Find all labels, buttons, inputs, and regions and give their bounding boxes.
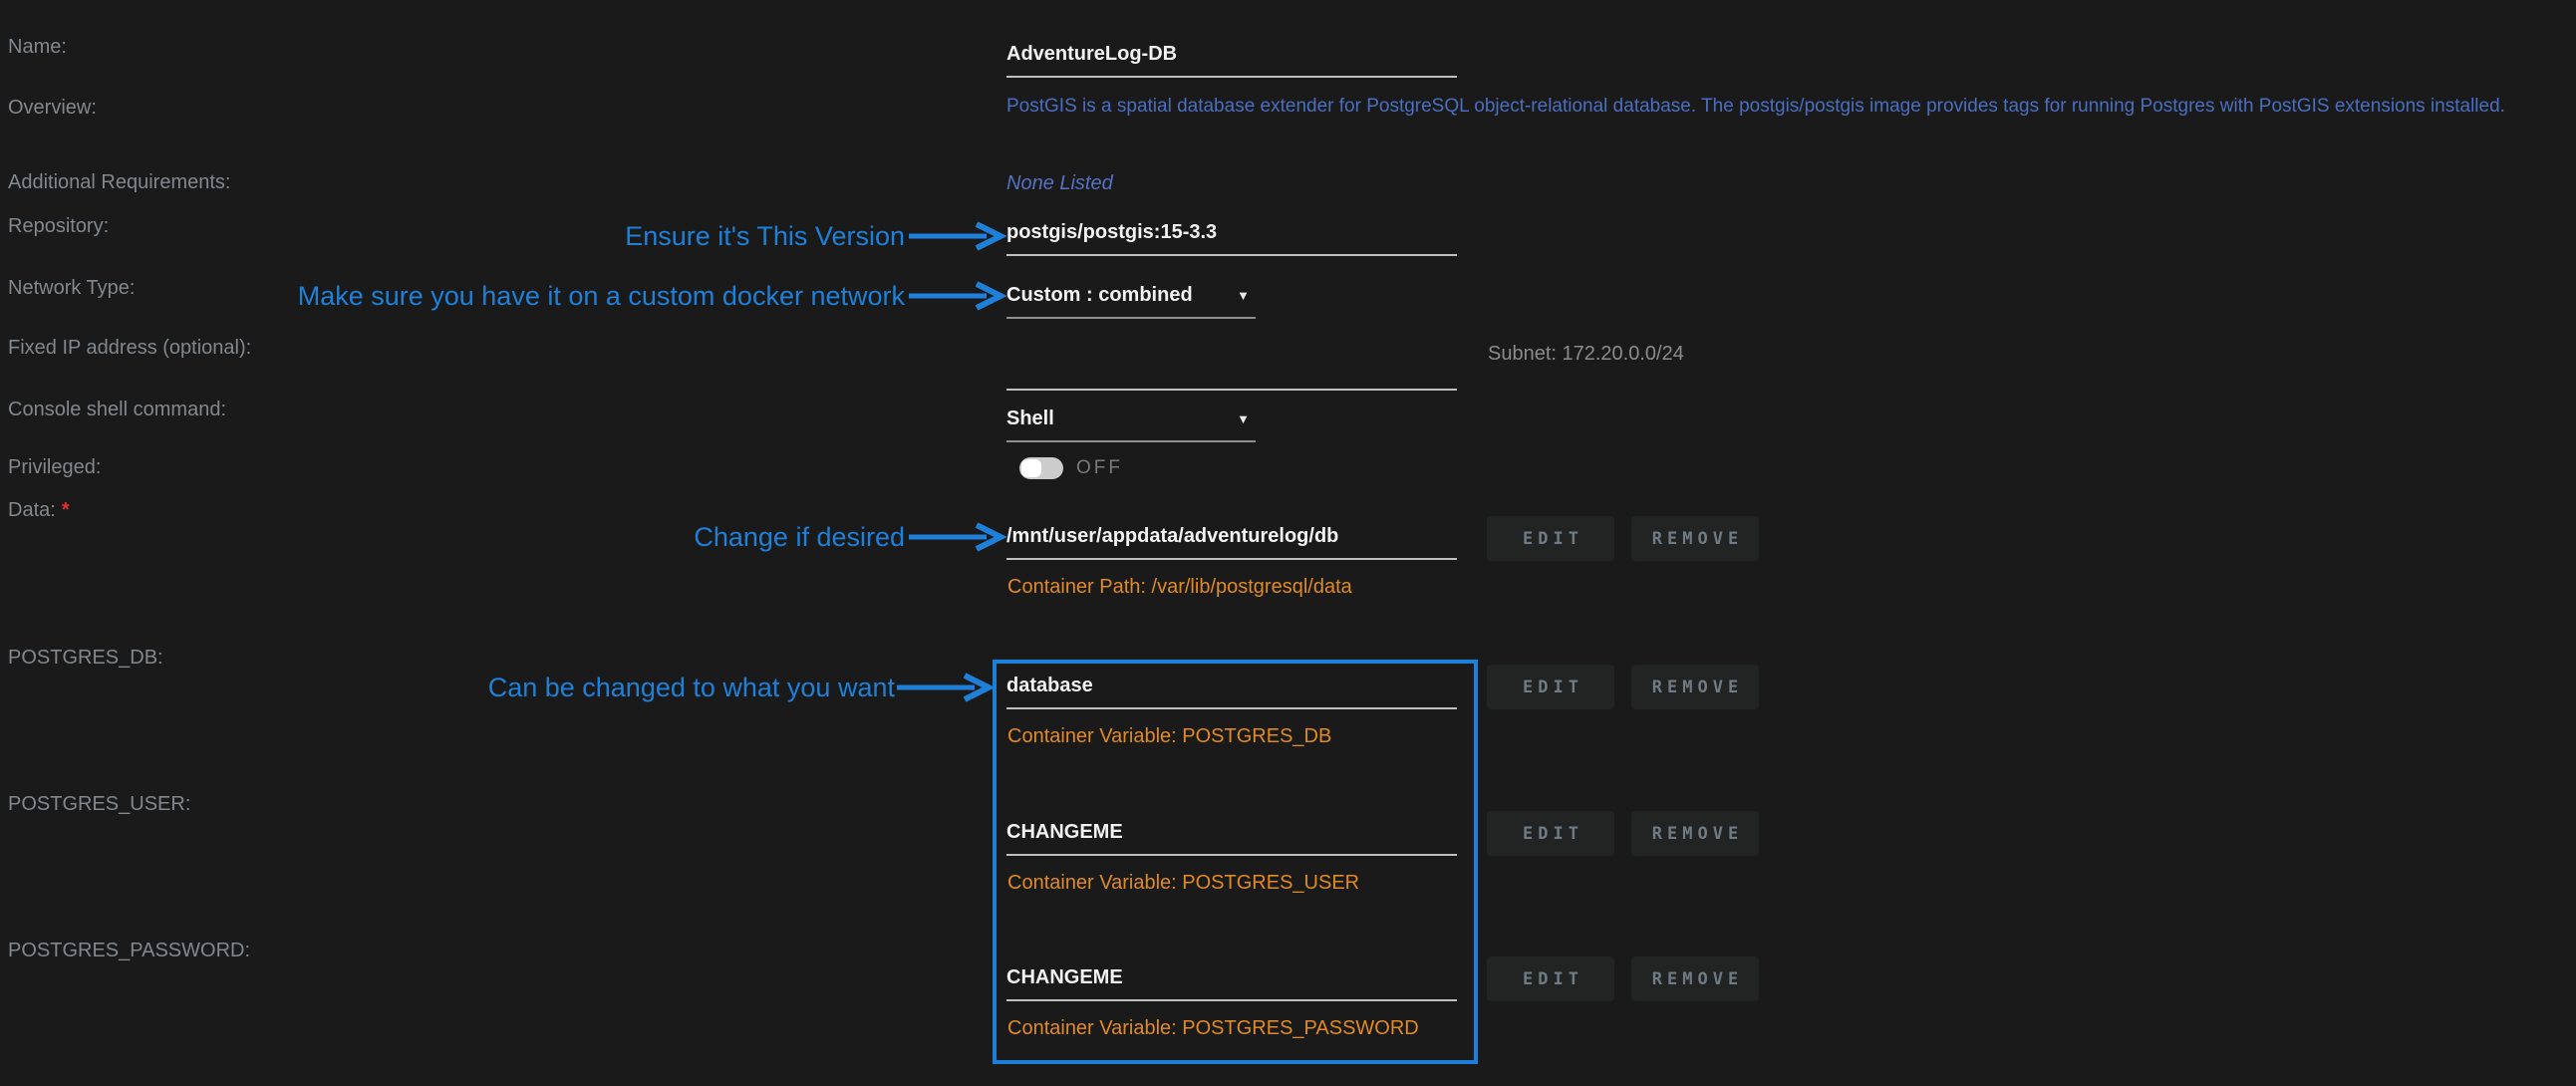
postgres-password-label: POSTGRES_PASSWORD: — [8, 940, 250, 962]
arrow-right-icon — [895, 672, 997, 703]
postgres-db-remove-button[interactable]: REMOVE — [1631, 665, 1759, 709]
console-shell-select[interactable]: Shell ▼ — [1006, 397, 1256, 442]
data-label-text: Data: — [8, 499, 56, 521]
chevron-down-icon: ▼ — [1237, 288, 1250, 303]
postgres-user-edit-button[interactable]: EDIT — [1487, 811, 1614, 856]
network-type-select[interactable]: Custom : combined ▼ — [1006, 273, 1256, 319]
data-container-path-note: Container Path: /var/lib/postgresql/data — [1007, 576, 1352, 599]
data-label: Data: * — [8, 499, 70, 522]
fixed-ip-label: Fixed IP address (optional): — [8, 337, 251, 360]
annotation-repository: Ensure it's This Version — [625, 221, 905, 252]
repository-label: Repository: — [8, 215, 109, 238]
toggle-knob-icon — [1021, 459, 1041, 477]
console-shell-command-label: Console shell command: — [8, 399, 226, 421]
postgres-db-input[interactable] — [1006, 664, 1457, 709]
console-shell-value: Shell — [1006, 407, 1054, 430]
postgres-user-variable-note: Container Variable: POSTGRES_USER — [1007, 872, 1359, 895]
postgres-user-remove-button[interactable]: REMOVE — [1631, 811, 1759, 856]
arrow-right-icon — [907, 521, 1008, 553]
postgres-password-variable-note: Container Variable: POSTGRES_PASSWORD — [1007, 1017, 1419, 1040]
annotation-data: Change if desired — [694, 522, 905, 553]
additional-requirements-label: Additional Requirements: — [8, 171, 230, 194]
network-type-value: Custom : combined — [1006, 284, 1193, 307]
name-label: Name: — [8, 36, 67, 59]
data-path-input[interactable] — [1006, 514, 1457, 560]
postgres-db-variable-note: Container Variable: POSTGRES_DB — [1007, 725, 1331, 748]
annotation-postgres-db: Can be changed to what you want — [488, 673, 895, 703]
postgres-password-remove-button[interactable]: REMOVE — [1631, 956, 1759, 1001]
overview-label: Overview: — [8, 97, 97, 120]
fixed-ip-input[interactable] — [1006, 345, 1457, 391]
postgres-password-edit-button[interactable]: EDIT — [1487, 956, 1614, 1001]
arrow-right-icon — [907, 280, 1008, 312]
postgres-db-edit-button[interactable]: EDIT — [1487, 665, 1614, 709]
postgres-user-label: POSTGRES_USER: — [8, 793, 190, 816]
privileged-state-label: OFF — [1076, 457, 1123, 479]
annotation-network: Make sure you have it on a custom docker… — [298, 281, 905, 312]
postgres-db-label: POSTGRES_DB: — [8, 647, 163, 670]
postgres-user-input[interactable] — [1006, 810, 1457, 856]
subnet-note: Subnet: 172.20.0.0/24 — [1488, 343, 1684, 366]
additional-requirements-value: None Listed — [1006, 172, 1113, 195]
postgres-password-input[interactable] — [1006, 955, 1457, 1001]
required-asterisk: * — [62, 499, 70, 521]
data-edit-button[interactable]: EDIT — [1487, 516, 1614, 561]
docker-container-settings-form: Name: Overview: Additional Requirements:… — [0, 0, 2576, 1086]
privileged-label: Privileged: — [8, 456, 101, 479]
repository-input[interactable] — [1006, 210, 1457, 256]
privileged-toggle[interactable] — [1019, 457, 1063, 479]
chevron-down-icon: ▼ — [1237, 411, 1250, 426]
arrow-right-icon — [907, 220, 1008, 252]
overview-text: PostGIS is a spatial database extender f… — [1006, 96, 2569, 118]
postgres-highlight-box — [993, 660, 1478, 1064]
name-input[interactable] — [1006, 32, 1457, 78]
data-remove-button[interactable]: REMOVE — [1631, 516, 1759, 561]
network-type-label: Network Type: — [8, 277, 135, 300]
